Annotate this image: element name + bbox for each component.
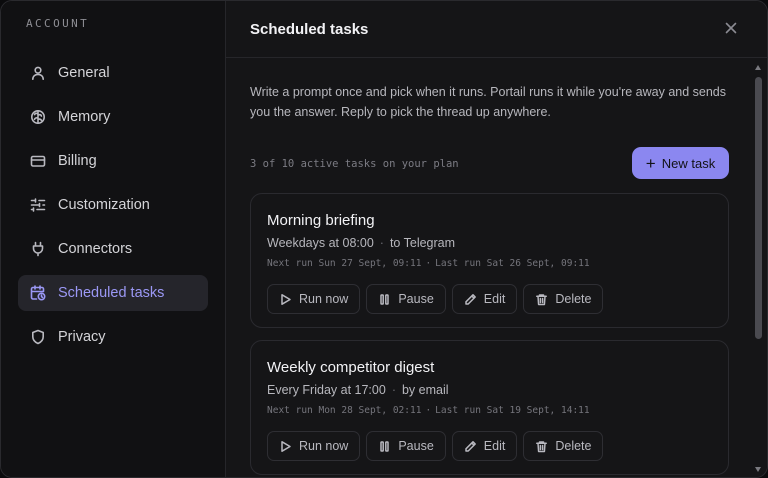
task-actions: Run now Pause Edit Delete (267, 284, 712, 314)
sliders-icon (29, 196, 47, 214)
pause-label: Pause (398, 292, 434, 306)
delete-label: Delete (555, 292, 592, 306)
sidebar-item-label: Billing (58, 153, 97, 169)
shield-icon (29, 328, 47, 346)
scheduled-tasks-content: Write a prompt once and pick when it run… (250, 58, 729, 475)
task-destination: by email (401, 383, 449, 397)
delete-button[interactable]: Delete (523, 431, 604, 461)
scroll-down-arrow-icon[interactable] (755, 467, 761, 472)
task-run-info: Next run Mon 28 Sept, 02:11 · Last run Sat… (267, 404, 712, 418)
sidebar-item-label: Privacy (58, 329, 106, 345)
sidebar-item-memory[interactable]: Memory (18, 99, 208, 135)
brain-icon (29, 108, 47, 126)
run-now-label: Run now (299, 292, 349, 306)
sidebar-item-general[interactable]: General (18, 55, 208, 91)
task-last-run: Last run Sat 26 Sept, 09:11 (435, 258, 590, 269)
sidebar-item-privacy[interactable]: Privacy (18, 319, 208, 355)
page-title: Scheduled tasks (250, 20, 369, 38)
task-last-run: Last run Sat 19 Sept, 14:11 (435, 405, 590, 416)
task-next-run: Next run Mon 28 Sept, 02:11 (267, 405, 422, 416)
task-actions: Run now Pause Edit Delete (267, 431, 712, 461)
run-now-button[interactable]: Run now (267, 431, 361, 461)
main-panel: Scheduled tasks Write a prompt once and … (226, 1, 767, 477)
plug-icon (29, 240, 47, 258)
pencil-icon (465, 440, 476, 452)
sidebar-item-customization[interactable]: Customization (18, 187, 208, 223)
sidebar-item-label: Scheduled tasks (58, 285, 165, 301)
separator-dot: · (391, 383, 396, 397)
sidebar-item-label: General (58, 65, 110, 81)
settings-dialog: ACCOUNT General Memory Billing Customiza… (0, 0, 768, 478)
trash-icon (536, 293, 548, 305)
task-schedule: Weekdays at 08:00 · to Telegram (267, 235, 712, 251)
task-schedule-time: Every Friday at 17:00 (267, 383, 386, 397)
separator-dot: · (425, 258, 432, 269)
separator-dot: · (379, 236, 384, 250)
pause-button[interactable]: Pause (366, 431, 446, 461)
sidebar-item-billing[interactable]: Billing (18, 143, 208, 179)
edit-label: Edit (483, 439, 506, 453)
task-card: Morning briefing Weekdays at 08:00 · to Te… (250, 193, 729, 328)
edit-button[interactable]: Edit (451, 431, 518, 461)
task-next-run: Next run Sun 27 Sept, 09:11 (267, 258, 422, 269)
plan-row: 3 of 10 active tasks on your plan + New … (250, 147, 729, 179)
run-now-label: Run now (299, 439, 349, 453)
scroll-up-arrow-icon[interactable] (755, 65, 761, 70)
user-icon (29, 64, 47, 82)
task-card: Weekly competitor digest Every Friday at… (250, 340, 729, 475)
new-task-button[interactable]: + New task (632, 147, 729, 179)
pause-label: Pause (398, 439, 434, 453)
sidebar-item-scheduled-tasks[interactable]: Scheduled tasks (18, 275, 208, 311)
task-title: Morning briefing (267, 212, 375, 229)
delete-button[interactable]: Delete (523, 284, 604, 314)
sidebar-item-connectors[interactable]: Connectors (18, 231, 208, 267)
page-description: Write a prompt once and pick when it run… (250, 85, 727, 119)
credit-card-icon (29, 152, 47, 170)
play-icon (281, 440, 291, 452)
sidebar: ACCOUNT General Memory Billing Customiza… (1, 1, 226, 477)
sidebar-item-label: Connectors (58, 241, 133, 257)
task-destination: to Telegram (389, 236, 456, 250)
task-title: Weekly competitor digest (267, 359, 435, 376)
sidebar-heading: ACCOUNT (26, 17, 90, 30)
close-icon (725, 22, 737, 34)
edit-label: Edit (483, 292, 506, 306)
sidebar-nav: General Memory Billing Customization Con… (1, 55, 225, 355)
pencil-icon (465, 293, 476, 305)
delete-label: Delete (555, 439, 592, 453)
plan-usage-text: 3 of 10 active tasks on your plan (250, 158, 459, 170)
run-now-button[interactable]: Run now (267, 284, 361, 314)
play-icon (281, 293, 291, 305)
task-schedule: Every Friday at 17:00 · by email (267, 382, 712, 398)
sidebar-item-label: Memory (58, 109, 111, 125)
separator-dot: · (425, 405, 432, 416)
close-button[interactable] (723, 20, 739, 36)
plus-icon: + (645, 153, 656, 173)
main-header: Scheduled tasks (226, 1, 767, 58)
pause-button[interactable]: Pause (366, 284, 446, 314)
pause-icon (380, 293, 390, 305)
task-schedule-time: Weekdays at 08:00 (267, 236, 374, 250)
new-task-label: New task (661, 155, 716, 171)
scrollbar[interactable] (754, 61, 763, 475)
sidebar-item-label: Customization (58, 197, 150, 213)
pause-icon (380, 440, 390, 452)
task-run-info: Next run Sun 27 Sept, 09:11 · Last run Sat… (267, 257, 712, 271)
edit-button[interactable]: Edit (451, 284, 518, 314)
calendar-clock-icon (29, 284, 47, 302)
trash-icon (536, 440, 548, 452)
scroll-thumb[interactable] (755, 77, 762, 339)
